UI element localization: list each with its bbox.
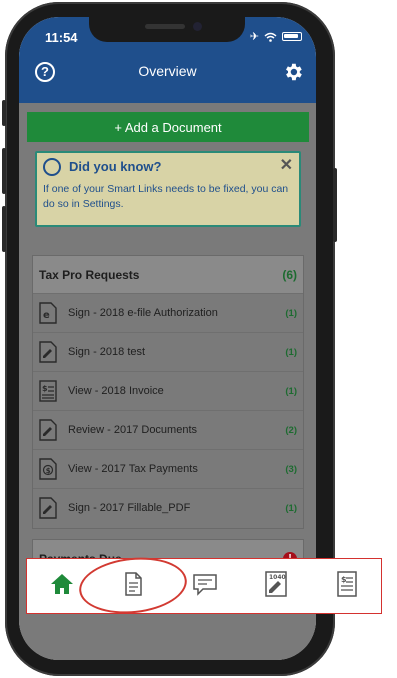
nav-bar: 11:54 ✈ ? Overview: [19, 17, 316, 103]
lightbulb-icon: [43, 158, 61, 176]
front-camera: [193, 22, 202, 31]
tip-title: Did you know?: [69, 159, 162, 174]
tax-pro-requests-card: Tax Pro Requests (6) e Sign - 2018 e-fil…: [32, 255, 304, 529]
add-document-button[interactable]: + Add a Document: [27, 112, 309, 142]
svg-text:$: $: [341, 575, 347, 584]
wifi-icon: [264, 32, 277, 42]
list-item[interactable]: Sign - 2017 Fillable_PDF (1): [33, 489, 303, 528]
request-count: (1): [285, 308, 297, 319]
request-count: (1): [285, 347, 297, 358]
list-item[interactable]: $ View - 2018 Invoice (1): [33, 372, 303, 411]
invoice-icon: $: [39, 380, 57, 402]
form-1040-icon[interactable]: 1040: [261, 569, 291, 599]
request-label: Sign - 2018 e-file Authorization: [68, 307, 218, 319]
dimmed-tab-bar: [19, 617, 316, 660]
svg-text:e: e: [43, 310, 50, 321]
invoice-icon[interactable]: $: [332, 569, 362, 599]
tax-payment-icon: $: [39, 458, 57, 480]
chat-icon[interactable]: [190, 569, 220, 599]
form-1040-label: 1040: [269, 574, 286, 581]
request-label: Review - 2017 Documents: [68, 424, 198, 436]
request-label: Sign - 2017 Fillable_PDF: [68, 502, 191, 514]
status-time: 11:54: [45, 30, 78, 45]
svg-text:$: $: [46, 467, 51, 475]
request-count: (1): [285, 386, 297, 397]
gear-icon[interactable]: [282, 61, 304, 83]
request-label: View - 2018 Invoice: [68, 385, 164, 397]
battery-icon: [282, 32, 302, 41]
review-document-icon: [39, 419, 57, 441]
svg-text:$: $: [42, 384, 48, 393]
requests-header: Tax Pro Requests (6): [33, 256, 303, 294]
list-item[interactable]: Review - 2017 Documents (2): [33, 411, 303, 450]
phone-volume-down-button: [2, 206, 6, 252]
home-icon[interactable]: [47, 569, 77, 599]
sign-document-icon: [39, 497, 57, 519]
status-icons: ✈: [250, 30, 302, 43]
sign-document-icon: [39, 341, 57, 363]
list-item[interactable]: $ View - 2017 Tax Payments (3): [33, 450, 303, 489]
list-item[interactable]: Sign - 2018 test (1): [33, 333, 303, 372]
request-count: (3): [285, 464, 297, 475]
close-icon[interactable]: ✕: [280, 155, 293, 175]
request-label: Sign - 2018 test: [68, 346, 146, 358]
phone-side-button: [2, 100, 6, 126]
request-label: View - 2017 Tax Payments: [68, 463, 198, 475]
request-count: (2): [285, 425, 297, 436]
list-item[interactable]: e Sign - 2018 e-file Authorization (1): [33, 294, 303, 333]
e-file-document-icon: e: [39, 302, 57, 324]
notch: [89, 17, 245, 42]
did-you-know-card: Did you know? ✕ If one of your Smart Lin…: [35, 151, 301, 227]
airplane-icon: ✈: [249, 31, 259, 43]
phone-volume-up-button: [2, 148, 6, 194]
speaker-grille: [145, 24, 185, 29]
request-count: (1): [285, 503, 297, 514]
phone-power-button: [333, 168, 337, 242]
requests-title: Tax Pro Requests: [39, 268, 140, 282]
tip-body: If one of your Smart Links needs to be f…: [43, 183, 289, 210]
requests-count: (6): [282, 268, 297, 282]
page-title: Overview: [138, 63, 197, 79]
